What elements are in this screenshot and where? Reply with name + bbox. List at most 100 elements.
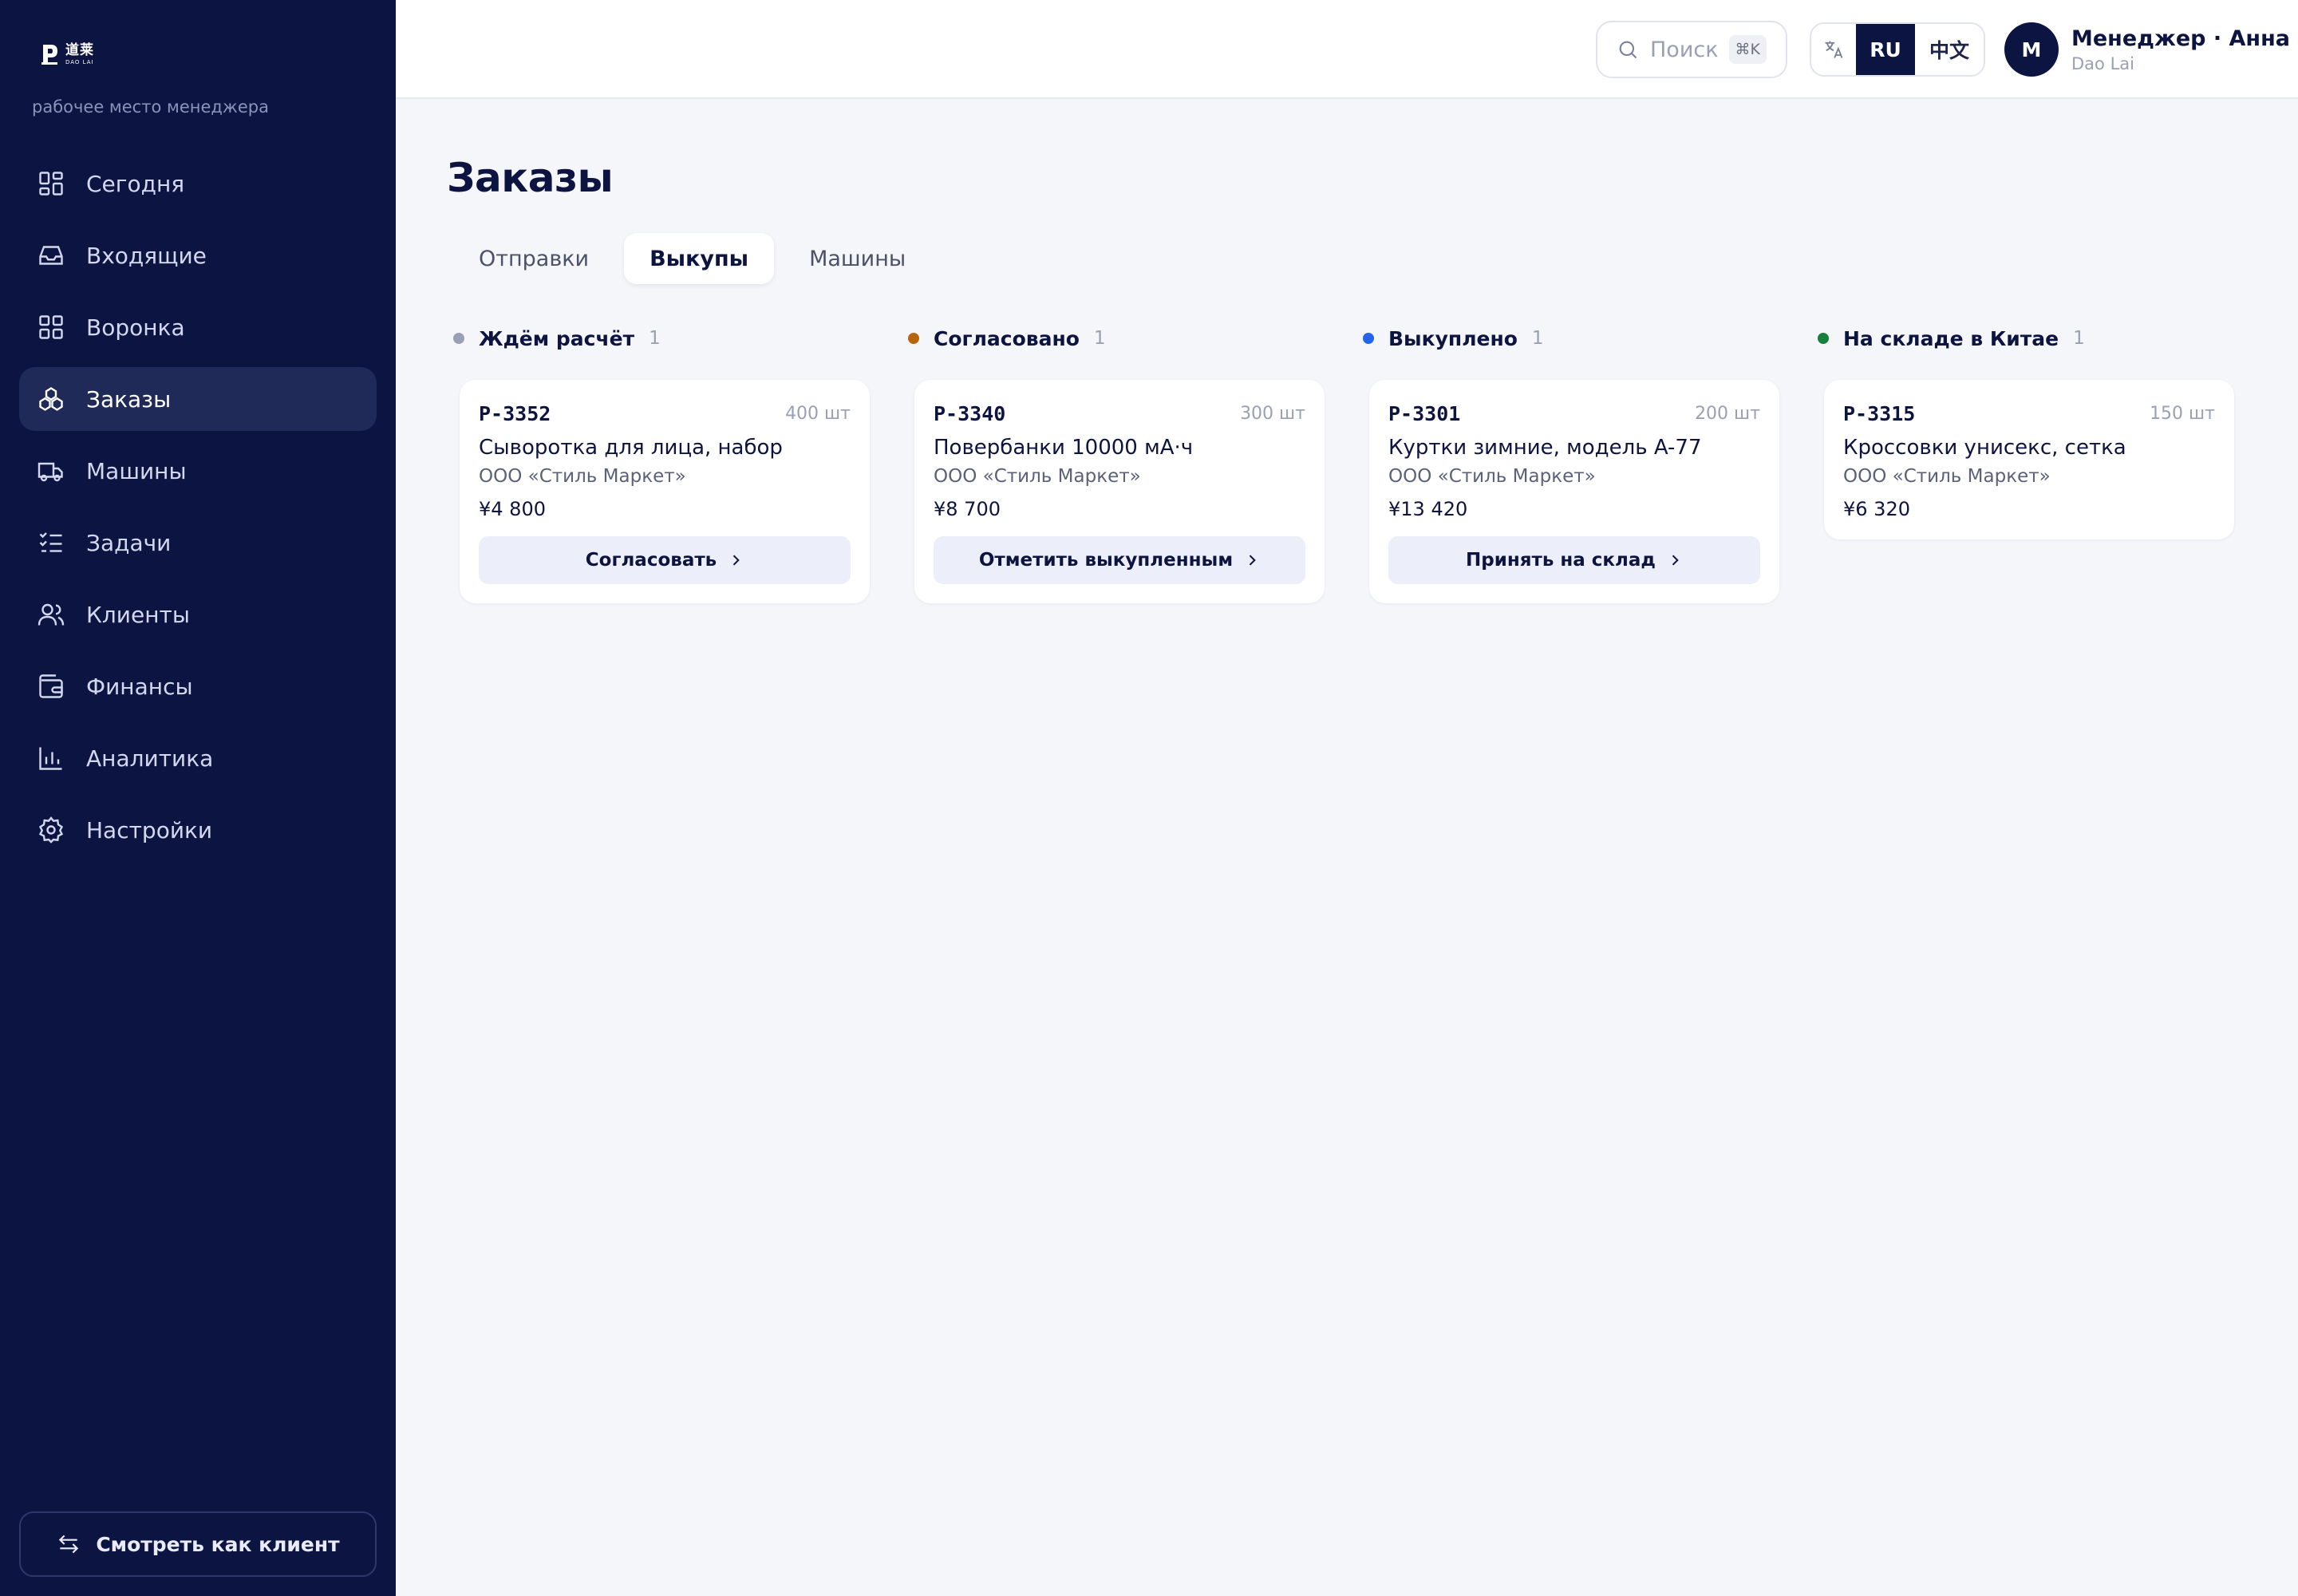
order-client: ООО «Стиль Маркет» [934,466,1141,487]
accept-to-warehouse-button-label: Принять на склад [1466,550,1656,571]
chevron-right-icon [1249,555,1256,566]
order-id: P-3315 [1843,401,1916,425]
column-title: На складе в Китае [1843,326,2059,350]
logo-cn-text: 道莱 [65,41,94,58]
approve-button-label: Согласовать [585,550,717,571]
view-as-client-label: Смотреть как клиент [96,1532,340,1556]
grid-icon [39,172,63,196]
language-switcher: RU 中文 [1810,22,1985,77]
sidebar-item-funnel[interactable]: Воронка [19,295,377,359]
sidebar-item-trucks[interactable]: Машины [19,439,377,503]
order-price: ¥13 420 [1388,498,1468,520]
tab-trucks[interactable]: Машины [784,233,931,284]
order-product: Куртки зимние, модель A-77 [1388,436,1702,460]
order-client: ООО «Стиль Маркет» [1388,466,1596,487]
translate-icon [1811,24,1856,75]
mark-bought-button[interactable]: Отметить выкупленным [934,536,1305,584]
kanban-column-agreed: Согласовано 1 P-3340 300 шт Повербанки 1… [902,319,1325,603]
sidebar: 道莱 DAO LAI рабочее место менеджера Сегод… [0,0,396,1596]
column-header: Согласовано 1 [902,319,1325,358]
order-price: ¥6 320 [1843,498,1910,520]
app-logo[interactable]: 道莱 DAO LAI [40,41,94,67]
sidebar-item-label: Клиенты [86,601,190,628]
status-dot [1363,333,1374,344]
column-count: 1 [649,328,661,349]
kanban-column-china-warehouse: На складе в Китае 1 P-3315 150 шт Кроссо… [1811,319,2234,539]
tab-buyouts[interactable]: Выкупы [624,233,775,284]
sidebar-item-inbox[interactable]: Входящие [19,223,377,287]
column-header: На складе в Китае 1 [1811,319,2234,358]
mark-bought-button-label: Отметить выкупленным [978,550,1234,571]
column-header: Ждём расчёт 1 [447,319,870,358]
search-placeholder: Поиск [1650,37,1719,62]
lang-cn-button[interactable]: 中文 [1915,24,1984,75]
chevron-right-icon [1672,555,1679,566]
kanban-column-awaiting-calc: Ждём расчёт 1 P-3352 400 шт Сыворотка дл… [447,319,870,603]
gear-icon [38,816,64,843]
sidebar-item-label: Сегодня [86,170,185,197]
order-card[interactable]: P-3340 300 шт Повербанки 10000 мА·ч ООО … [914,380,1325,603]
workspace-subtitle: рабочее место менеджера [32,97,269,117]
lang-ru-button[interactable]: RU [1856,24,1915,75]
sidebar-item-label: Заказы [86,385,172,413]
order-price: ¥4 800 [479,498,546,520]
column-count: 1 [2073,328,2085,349]
sidebar-item-finance[interactable]: Финансы [19,654,377,718]
logo-en-text: DAO LAI [65,58,94,65]
order-product: Кроссовки унисекс, сетка [1843,436,2126,460]
view-as-client-button[interactable]: Смотреть как клиент [19,1511,377,1577]
bar-chart-icon [39,747,62,770]
page-title: Заказы [447,155,614,201]
funnel-grid-icon [39,315,63,339]
swap-arrows-icon [59,1535,79,1554]
order-id: P-3301 [1388,401,1461,425]
column-count: 1 [1531,328,1544,349]
order-client: ООО «Стиль Маркет» [1843,466,2051,487]
avatar: M [2004,22,2059,77]
sidebar-item-label: Настройки [86,816,213,843]
column-count: 1 [1093,328,1106,349]
order-qty: 400 шт [785,403,851,424]
order-qty: 150 шт [2150,403,2215,424]
column-title: Ждём расчёт [479,326,635,350]
order-qty: 200 шт [1695,403,1760,424]
sidebar-item-label: Задачи [86,529,172,556]
wallet-icon [39,674,63,698]
order-card[interactable]: P-3315 150 шт Кроссовки унисекс, сетка О… [1824,380,2234,539]
order-card[interactable]: P-3352 400 шт Сыворотка для лица, набор … [460,380,870,603]
sidebar-item-orders[interactable]: Заказы [19,367,377,431]
order-client: ООО «Стиль Маркет» [479,466,686,487]
accept-to-warehouse-button[interactable]: Принять на склад [1388,536,1760,584]
status-dot [453,333,464,344]
order-price: ¥8 700 [934,498,1001,520]
kanban-column-bought: Выкуплено 1 P-3301 200 шт Куртки зимние,… [1356,319,1779,603]
sidebar-item-label: Воронка [86,314,185,341]
order-product: Повербанки 10000 мА·ч [934,436,1194,460]
sidebar-item-clients[interactable]: Клиенты [19,583,377,646]
order-product: Сыворотка для лица, набор [479,436,783,460]
column-title: Согласовано [934,326,1080,350]
user-menu[interactable]: M Менеджер · Анна Dao Lai [2004,22,2290,77]
column-header: Выкуплено 1 [1356,319,1779,358]
search-shortcut-badge: ⌘K [1728,35,1767,64]
users-icon [38,603,65,626]
status-dot [908,333,919,344]
tab-shipments[interactable]: Отправки [453,233,614,284]
logo-icon [41,45,57,65]
sidebar-item-today[interactable]: Сегодня [19,152,377,215]
order-card[interactable]: P-3301 200 шт Куртки зимние, модель A-77… [1369,380,1779,603]
sidebar-item-label: Машины [86,457,187,484]
sidebar-item-label: Входящие [86,242,207,269]
boxes-icon [39,387,63,411]
user-org: Dao Lai [2071,53,2134,73]
sidebar-item-tasks[interactable]: Задачи [19,511,377,575]
status-dot [1818,333,1829,344]
sidebar-item-settings[interactable]: Настройки [19,798,377,862]
truck-icon [38,462,63,482]
approve-button[interactable]: Согласовать [479,536,851,584]
search-input[interactable]: Поиск ⌘K [1596,21,1787,78]
order-qty: 300 шт [1240,403,1305,424]
order-id: P-3340 [934,401,1006,425]
sidebar-item-analytics[interactable]: Аналитика [19,726,377,790]
search-icon [1619,41,1637,59]
